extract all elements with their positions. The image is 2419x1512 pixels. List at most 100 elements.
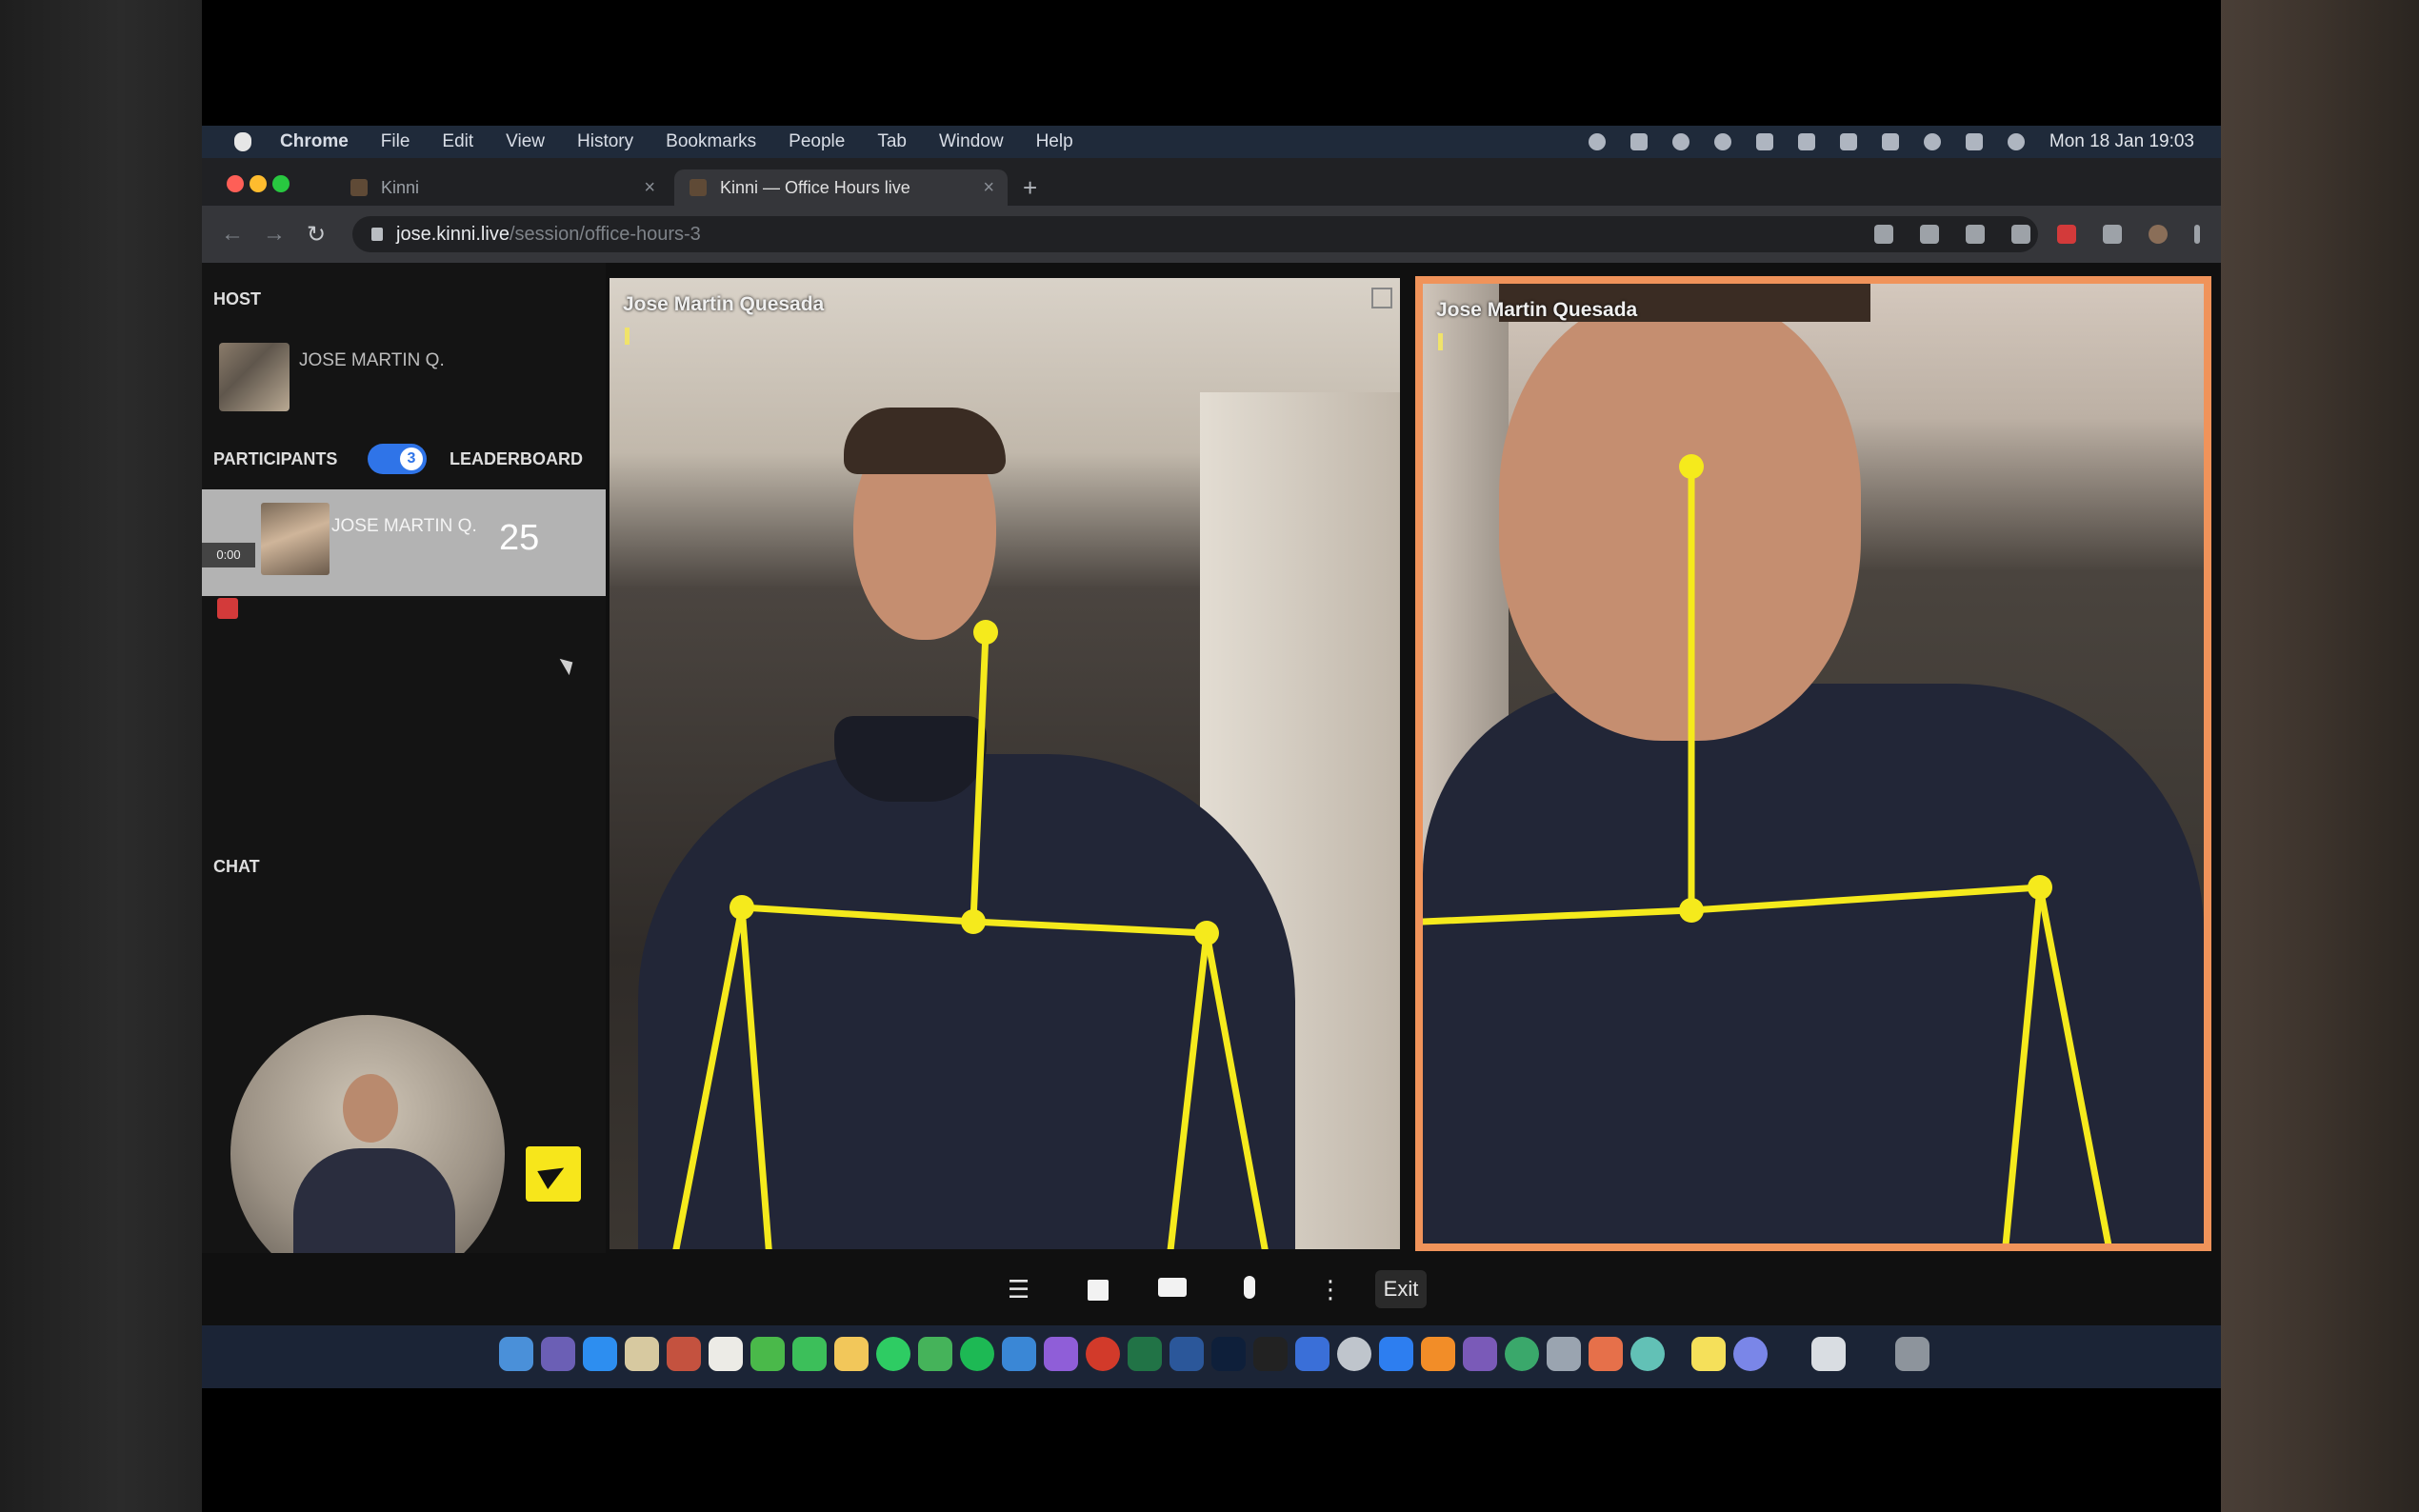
user-switch-icon[interactable] [1965, 133, 1983, 150]
menu-help[interactable]: Help [1036, 131, 1073, 152]
extension-red-icon[interactable] [2057, 225, 2076, 244]
profile-avatar[interactable] [2149, 225, 2168, 244]
mail-icon[interactable] [1755, 133, 1773, 150]
menu-tab[interactable]: Tab [877, 131, 907, 152]
app-store-icon[interactable] [583, 1337, 617, 1371]
close-window-button[interactable] [227, 175, 244, 192]
system-preferences-icon[interactable] [1337, 1337, 1371, 1371]
stickies-icon[interactable] [834, 1337, 869, 1371]
menu-people[interactable]: People [789, 131, 845, 152]
zoom-window-button[interactable] [272, 175, 290, 192]
participants-leaderboard-toggle[interactable]: 3 [368, 444, 427, 474]
bookmark-star-icon[interactable] [1966, 225, 1985, 244]
address-bar[interactable]: jose.kinni.live /session/office-hours-3 [352, 216, 2038, 252]
downloads-folder-icon[interactable] [1811, 1337, 1846, 1371]
chat-heading: CHAT [213, 857, 260, 876]
lock-icon [371, 228, 383, 241]
moon-icon[interactable] [1713, 133, 1731, 150]
excel-icon[interactable] [1128, 1337, 1162, 1371]
word-icon[interactable] [1170, 1337, 1204, 1371]
finder-icon[interactable] [499, 1337, 533, 1371]
tab-close-icon[interactable]: × [644, 177, 655, 199]
macos-dock [202, 1325, 2221, 1388]
tab-close-icon[interactable]: × [983, 177, 994, 199]
testflight-icon[interactable] [1295, 1337, 1329, 1371]
screen-time-icon[interactable] [1630, 1337, 1665, 1371]
menu-history[interactable]: History [577, 131, 633, 152]
video-tile-1[interactable]: Jose Martin Quesada [610, 278, 1400, 1249]
menu-view[interactable]: View [506, 131, 545, 152]
cloud-icon[interactable] [1671, 133, 1689, 150]
puzzle-icon[interactable] [2103, 225, 2122, 244]
more-options-icon[interactable]: ⋮ [1318, 1276, 1343, 1303]
mouse-cursor-icon [559, 653, 578, 676]
more-vert-icon[interactable] [2194, 225, 2200, 244]
microphone-icon[interactable] [1244, 1276, 1255, 1299]
launchpad-icon[interactable] [541, 1337, 575, 1371]
expand-icon[interactable] [1371, 288, 1392, 308]
zoom-icon[interactable] [1379, 1337, 1413, 1371]
minimize-window-button[interactable] [250, 175, 267, 192]
stickies-note-icon[interactable] [1691, 1337, 1726, 1371]
sublime-icon[interactable] [1421, 1337, 1455, 1371]
apple-logo-icon[interactable] [234, 132, 251, 151]
send-message-button[interactable] [526, 1146, 581, 1202]
menubar-clock[interactable]: Mon 18 Jan 19:03 [2049, 131, 2194, 152]
menu-edit[interactable]: Edit [442, 131, 473, 152]
spotify-icon[interactable] [960, 1337, 994, 1371]
wifi-icon[interactable] [2007, 133, 2025, 150]
calendar-icon[interactable] [709, 1337, 743, 1371]
forward-arrow-icon[interactable]: → [263, 221, 286, 248]
participants-tab[interactable]: PARTICIPANTS [213, 449, 337, 469]
maps-icon[interactable] [1505, 1337, 1539, 1371]
siri-icon[interactable] [1733, 1337, 1768, 1371]
extension-shield-icon[interactable] [2011, 225, 2030, 244]
video-participant-name: Jose Martin Quesada [623, 293, 825, 315]
browser-toolbar: ← → ↻ jose.kinni.live /session/office-ho… [202, 206, 2221, 263]
mic-status-icon[interactable] [1797, 133, 1815, 150]
facetime-icon[interactable] [792, 1337, 827, 1371]
leaderboard-tab[interactable]: LEADERBOARD [450, 449, 583, 469]
tab-kinni[interactable]: Kinni × [335, 169, 669, 206]
record-indicator-icon[interactable] [217, 598, 238, 619]
menu-file[interactable]: File [381, 131, 410, 152]
whatsapp-icon[interactable] [876, 1337, 910, 1371]
participant-row[interactable]: 0:00 JOSE MARTIN Q. 25 [202, 489, 606, 596]
trash-icon[interactable] [1895, 1337, 1929, 1371]
messages-icon[interactable] [750, 1337, 785, 1371]
battery-icon[interactable] [1881, 133, 1899, 150]
preview-icon[interactable] [1547, 1337, 1581, 1371]
terminal-icon[interactable] [1253, 1337, 1288, 1371]
video-tile-2-active-speaker[interactable]: Jose Martin Quesada [1415, 276, 2211, 1251]
safari-icon[interactable] [1002, 1337, 1036, 1371]
menu-bookmarks[interactable]: Bookmarks [666, 131, 756, 152]
key-icon[interactable] [1920, 225, 1939, 244]
photo-booth-icon[interactable] [667, 1337, 701, 1371]
bluetooth-icon[interactable] [1839, 133, 1857, 150]
new-tab-plus-icon[interactable]: + [1023, 175, 1037, 200]
menu-window[interactable]: Window [939, 131, 1004, 152]
camera-icon[interactable] [1158, 1278, 1187, 1297]
menu-chrome[interactable]: Chrome [280, 131, 349, 152]
tab-office-hours[interactable]: Kinni — Office Hours live × [674, 169, 1008, 206]
spotlight-search-icon[interactable] [1923, 133, 1941, 150]
photos-icon[interactable] [1589, 1337, 1623, 1371]
pose-skeleton-1 [672, 620, 1269, 1249]
participant-name: JOSE MARTIN Q. [331, 516, 477, 536]
participants-list-icon[interactable]: ☰ [1008, 1276, 1030, 1303]
photoshop-icon[interactable] [1211, 1337, 1246, 1371]
stop-share-icon[interactable] [1088, 1280, 1109, 1301]
numbers-icon[interactable] [918, 1337, 952, 1371]
notes-icon[interactable] [625, 1337, 659, 1371]
exit-call-button[interactable]: Exit [1375, 1270, 1427, 1308]
status-gear-icon[interactable] [1588, 133, 1606, 150]
reload-icon[interactable]: ↻ [307, 221, 326, 249]
cast-icon[interactable] [1874, 225, 1893, 244]
back-arrow-icon[interactable]: ← [221, 221, 244, 248]
audio-level-indicator [625, 328, 630, 345]
chrome-icon[interactable] [1086, 1337, 1120, 1371]
status-grid-icon[interactable] [1629, 133, 1648, 150]
podcast-app-icon[interactable] [1463, 1337, 1497, 1371]
host-avatar [219, 343, 290, 411]
podcasts-icon[interactable] [1044, 1337, 1078, 1371]
